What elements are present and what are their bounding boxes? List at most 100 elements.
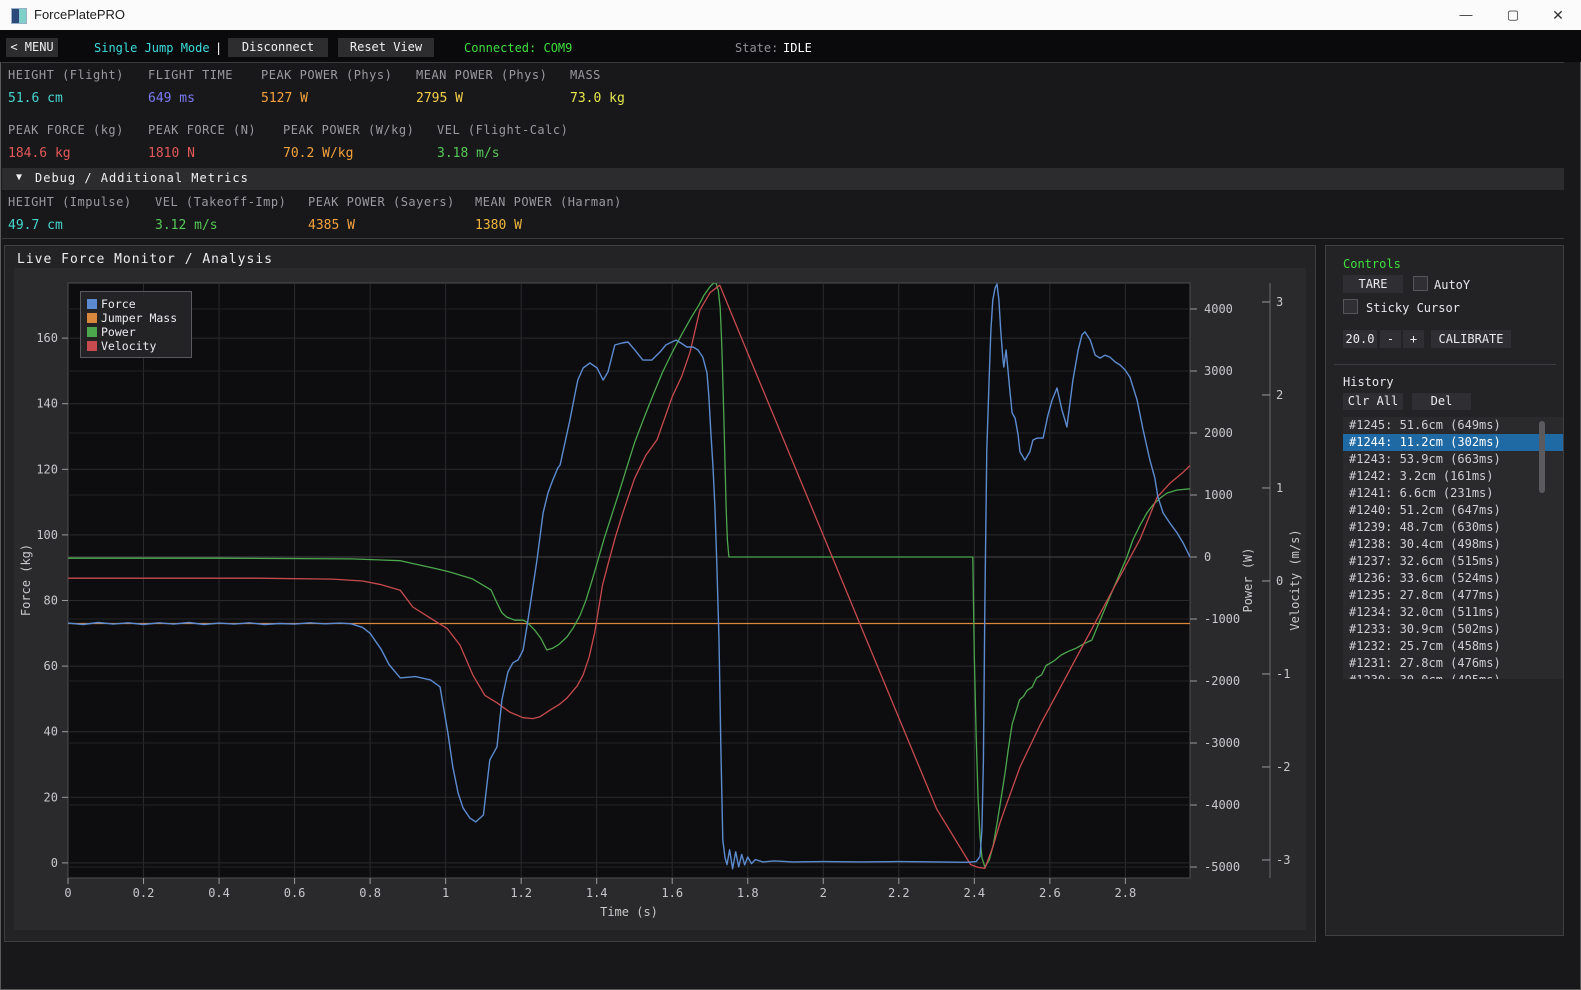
metric-label: PEAK POWER (W/kg)	[283, 123, 414, 137]
metric-value: 5127 W	[261, 91, 392, 106]
divider	[2, 62, 1564, 63]
collapse-icon[interactable]: ▼	[16, 172, 22, 183]
legend-swatch-icon	[87, 299, 97, 309]
increment-button[interactable]: +	[1403, 330, 1424, 348]
metric-mean-power-phys-: MEAN POWER (Phys) 2795 W	[416, 68, 547, 106]
history-item[interactable]: #1235: 27.8cm (477ms)	[1343, 587, 1563, 604]
menu-button[interactable]: < MENU	[6, 38, 58, 57]
history-item[interactable]: #1242: 3.2cm (161ms)	[1343, 468, 1563, 485]
toolbar-separator: |	[215, 41, 222, 55]
history-item[interactable]: #1241: 6.6cm (231ms)	[1343, 485, 1563, 502]
metric-label: PEAK FORCE (N)	[148, 123, 256, 137]
metric-label: FLIGHT TIME	[148, 68, 233, 82]
metric-value: 3.18 m/s	[437, 146, 568, 161]
decrement-button[interactable]: -	[1380, 330, 1401, 348]
calibrate-value-field[interactable]: 20.0	[1343, 330, 1377, 348]
calibrate-button[interactable]: CALIBRATE	[1431, 330, 1511, 348]
history-item[interactable]: #1237: 32.6cm (515ms)	[1343, 553, 1563, 570]
tare-button[interactable]: TARE	[1343, 275, 1403, 293]
history-item[interactable]: #1232: 25.7cm (458ms)	[1343, 638, 1563, 655]
toolbar: < MENU Single Jump Mode | Disconnect Res…	[0, 30, 1581, 62]
divider	[2, 238, 1564, 239]
legend-label: Velocity	[101, 339, 156, 353]
metric-label: VEL (Flight-Calc)	[437, 123, 568, 137]
metric-peak-force-n-: PEAK FORCE (N) 1810 N	[148, 123, 256, 161]
metric-mean-power-harman-: MEAN POWER (Harman) 1380 W	[475, 195, 622, 233]
metric-value: 49.7 cm	[8, 218, 132, 233]
state-label: State:	[735, 41, 778, 55]
metric-mass: MASS 73.0 kg	[570, 68, 625, 106]
autoy-checkbox[interactable]	[1413, 276, 1428, 291]
sticky-cursor-label: Sticky Cursor	[1366, 301, 1460, 315]
legend-label: Jumper Mass	[101, 311, 177, 325]
legend-item: Jumper Mass	[87, 311, 185, 324]
metric-label: HEIGHT (Impulse)	[8, 195, 132, 209]
metric-value: 51.6 cm	[8, 91, 124, 106]
window-title: ForcePlatePRO	[34, 7, 125, 22]
mode-label: Single Jump Mode	[94, 41, 210, 55]
history-item[interactable]: #1245: 51.6cm (649ms)	[1343, 417, 1563, 434]
app-window: ForcePlatePRO — ▢ ✕ < MENU Single Jump M…	[0, 0, 1581, 990]
title-bar: ForcePlatePRO — ▢ ✕	[0, 0, 1581, 30]
history-scrollbar[interactable]	[1539, 421, 1545, 493]
metric-label: MEAN POWER (Phys)	[416, 68, 547, 82]
chart-legend: ForceJumper MassPowerVelocity	[80, 291, 192, 358]
metric-value: 4385 W	[308, 218, 455, 233]
metric-value: 1810 N	[148, 146, 256, 161]
metric-label: MEAN POWER (Harman)	[475, 195, 622, 209]
sticky-cursor-checkbox[interactable]	[1343, 299, 1358, 314]
reset-view-button[interactable]: Reset View	[338, 38, 434, 57]
metric-peak-power-w-kg-: PEAK POWER (W/kg) 70.2 W/kg	[283, 123, 414, 161]
history-item[interactable]: #1236: 33.6cm (524ms)	[1343, 570, 1563, 587]
chart-panel-title: Live Force Monitor / Analysis	[17, 252, 273, 267]
metric-label: MASS	[570, 68, 625, 82]
clear-all-button[interactable]: Clr All	[1343, 393, 1403, 410]
history-list[interactable]: #1245: 51.6cm (649ms)#1244: 11.2cm (302m…	[1343, 417, 1563, 679]
legend-swatch-icon	[87, 313, 97, 323]
metric-height-impulse-: HEIGHT (Impulse) 49.7 cm	[8, 195, 132, 233]
controls-sidebar: Controls TARE AutoY Sticky Cursor 20.0 -…	[1325, 245, 1564, 936]
legend-swatch-icon	[87, 341, 97, 351]
delete-button[interactable]: Del	[1412, 393, 1471, 410]
metric-peak-force-kg-: PEAK FORCE (kg)184.6 kg	[8, 123, 124, 161]
disconnect-button[interactable]: Disconnect	[228, 38, 328, 57]
legend-swatch-icon	[87, 327, 97, 337]
debug-section-header[interactable]: ▼ Debug / Additional Metrics	[2, 168, 1564, 190]
legend-item: Power	[87, 325, 185, 338]
divider	[1334, 364, 1556, 365]
metric-value: 1380 W	[475, 218, 622, 233]
metric-vel-takeoff-imp-: VEL (Takeoff-Imp) 3.12 m/s	[155, 195, 286, 233]
close-button[interactable]: ✕	[1535, 0, 1581, 30]
legend-item: Force	[87, 297, 185, 310]
history-item[interactable]: #1234: 32.0cm (511ms)	[1343, 604, 1563, 621]
legend-label: Power	[101, 325, 136, 339]
metric-value: 3.12 m/s	[155, 218, 286, 233]
legend-label: Force	[101, 297, 136, 311]
chart-panel: Live Force Monitor / Analysis	[4, 245, 1316, 942]
metric-label: PEAK POWER (Sayers)	[308, 195, 455, 209]
maximize-button[interactable]: ▢	[1490, 0, 1536, 30]
metric-value: 73.0 kg	[570, 91, 625, 106]
metric-value: 70.2 W/kg	[283, 146, 414, 161]
history-item-selected[interactable]: #1244: 11.2cm (302ms)	[1343, 434, 1563, 451]
metric-label: PEAK POWER (Phys)	[261, 68, 392, 82]
history-item[interactable]: #1243: 53.9cm (663ms)	[1343, 451, 1563, 468]
history-item[interactable]: #1230: 30.0cm (495ms)	[1343, 672, 1563, 679]
metric-flight-time: FLIGHT TIME649 ms	[148, 68, 233, 106]
app-icon	[11, 8, 27, 24]
metric-value: 2795 W	[416, 91, 547, 106]
connection-status: Connected: COM9	[464, 41, 572, 55]
legend-item: Velocity	[87, 339, 185, 352]
debug-header-label: Debug / Additional Metrics	[35, 171, 249, 185]
history-item[interactable]: #1239: 48.7cm (630ms)	[1343, 519, 1563, 536]
metric-label: VEL (Takeoff-Imp)	[155, 195, 286, 209]
history-item[interactable]: #1238: 30.4cm (498ms)	[1343, 536, 1563, 553]
autoy-label: AutoY	[1434, 278, 1470, 292]
history-item[interactable]: #1231: 27.8cm (476ms)	[1343, 655, 1563, 672]
metric-height-flight-: HEIGHT (Flight)51.6 cm	[8, 68, 124, 106]
history-item[interactable]: #1233: 30.9cm (502ms)	[1343, 621, 1563, 638]
minimize-button[interactable]: —	[1443, 0, 1489, 30]
history-item[interactable]: #1240: 51.2cm (647ms)	[1343, 502, 1563, 519]
metric-peak-power-phys-: PEAK POWER (Phys) 5127 W	[261, 68, 392, 106]
state-value: IDLE	[783, 41, 812, 55]
